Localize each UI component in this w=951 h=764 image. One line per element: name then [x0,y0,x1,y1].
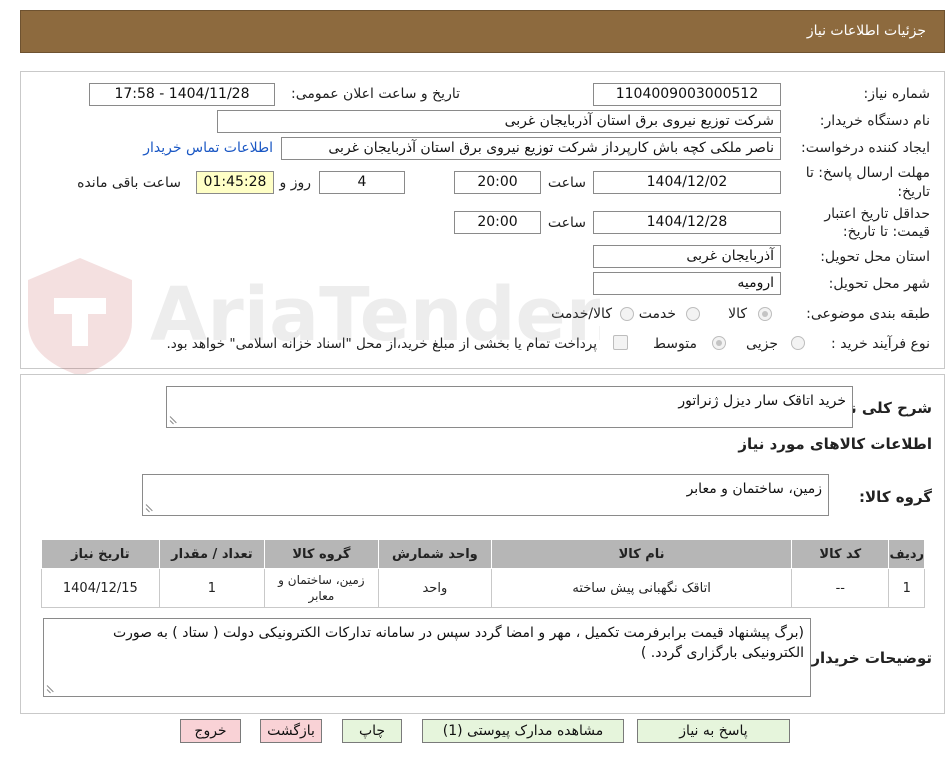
reply-time-field[interactable]: 20:00 [454,171,541,194]
goods-table-header: ردیف کد کالا نام کالا واحد شمارش گروه کا… [41,539,925,569]
city-field[interactable]: ارومیه [593,272,781,295]
resize-grip-icon[interactable] [47,685,56,694]
reply-time-label: ساعت [547,175,586,191]
category-option-both: کالا/خدمت [551,306,612,322]
attachments-button[interactable]: مشاهده مدارک پیوستی (1) [422,719,624,743]
goods-group-label: گروه کالا: [859,488,932,506]
back-button[interactable]: بازگشت [260,719,322,743]
col-date: تاریخ نیاز [41,539,160,569]
buyer-org-label: نام دستگاه خریدار: [819,113,930,129]
reply-deadline-label-2: تاریخ: [897,184,930,200]
goods-info-title: اطلاعات کالاهای مورد نیاز [738,435,932,453]
reply-date-field[interactable]: 1404/12/02 [593,171,781,194]
col-unit: واحد شمارش [377,539,493,569]
process-label: نوع فرآیند خرید : [831,336,930,352]
announce-label: تاریخ و ساعت اعلان عمومی: [291,86,460,102]
province-label: استان محل تحویل: [820,249,930,265]
category-radio-service[interactable] [686,307,700,321]
cell-row: 1 [888,568,925,608]
need-number-label: شماره نیاز: [863,86,931,102]
goods-group-text: زمین، ساختمان و معابر [686,481,822,497]
city-label: شهر محل تحویل: [828,276,930,292]
process-option-minor: جزیی [746,336,778,352]
print-button[interactable]: چاپ [342,719,402,743]
cell-unit: واحد [377,568,493,608]
summary-text: خرید اتاقک سار دیزل ژنراتور [678,393,846,409]
process-radio-medium[interactable] [712,336,726,350]
validity-time-label: ساعت [547,215,586,231]
validity-label-2: قیمت: تا تاریخ: [842,224,930,240]
process-option-medium: متوسط [653,336,697,352]
exit-button[interactable]: خروج [180,719,241,743]
cell-group: زمین، ساختمان و معابر [264,568,379,608]
days-label: روز و [279,175,312,191]
province-field[interactable]: آذربایجان غربی [593,245,781,268]
need-number-field[interactable]: 1104009003000512 [593,83,781,106]
category-option-goods: کالا [728,306,747,322]
requester-field[interactable]: ناصر ملکی کچه باش کارپرداز شرکت توزیع نی… [281,137,781,160]
validity-time-field[interactable]: 20:00 [454,211,541,234]
buyer-contact-link[interactable]: اطلاعات تماس خریدار [143,140,273,156]
resize-grip-icon[interactable] [170,416,179,425]
col-qty: تعداد / مقدار [158,539,266,569]
col-name: نام کالا [491,539,793,569]
reply-button[interactable]: پاسخ به نیاز [637,719,790,743]
validity-label: حداقل تاریخ اعتبار [824,206,930,222]
buyer-notes-label: توضیحات خریدار: [805,649,932,667]
days-field[interactable]: 4 [319,171,405,194]
treasury-note: پرداخت تمام یا بخشی از مبلغ خرید،از محل … [166,336,597,352]
category-radio-both[interactable] [620,307,634,321]
col-code: کد کالا [791,539,890,569]
table-row[interactable]: 1 -- اتاقک نگهبانی پیش ساخته واحد زمین، … [41,568,925,608]
page-title: جزئیات اطلاعات نیاز [806,23,926,39]
category-label: طبقه بندی موضوعی: [806,306,930,322]
category-radio-goods[interactable] [758,307,772,321]
process-radio-minor[interactable] [791,336,805,350]
page-header: جزئیات اطلاعات نیاز [20,10,945,53]
announce-field[interactable]: 1404/11/28 - 17:58 [89,83,275,106]
reply-deadline-label: مهلت ارسال پاسخ: تا [805,165,930,181]
resize-grip-icon[interactable] [146,504,155,513]
buyer-notes-text: (برگ پیشنهاد قیمت برابرفرمت تکمیل ، مهر … [112,625,804,661]
cell-name: اتاقک نگهبانی پیش ساخته [491,568,793,608]
validity-date-field[interactable]: 1404/12/28 [593,211,781,234]
treasury-checkbox[interactable] [613,335,628,350]
summary-textarea[interactable]: خرید اتاقک سار دیزل ژنراتور [166,386,853,428]
requester-label: ایجاد کننده درخواست: [801,140,930,156]
buyer-notes-textarea[interactable]: (برگ پیشنهاد قیمت برابرفرمت تکمیل ، مهر … [43,618,811,697]
remaining-label: ساعت باقی مانده [77,175,181,191]
goods-group-textarea[interactable]: زمین، ساختمان و معابر [142,474,829,516]
goods-table: ردیف کد کالا نام کالا واحد شمارش گروه کا… [41,539,925,608]
cell-code: -- [791,568,890,608]
category-option-service: خدمت [638,306,676,322]
cell-date: 1404/12/15 [41,568,160,608]
buyer-org-field[interactable]: شرکت توزیع نیروی برق استان آذربایجان غرب… [217,110,781,133]
need-info-panel: شماره نیاز: 1104009003000512 تاریخ و ساع… [20,71,945,369]
col-row: ردیف [888,539,925,569]
remaining-time-field: 01:45:28 [196,171,274,194]
cell-qty: 1 [158,568,266,608]
details-panel: شرح کلی نیاز: خرید اتاقک سار دیزل ژنراتو… [20,374,945,714]
col-group: گروه کالا [264,539,379,569]
